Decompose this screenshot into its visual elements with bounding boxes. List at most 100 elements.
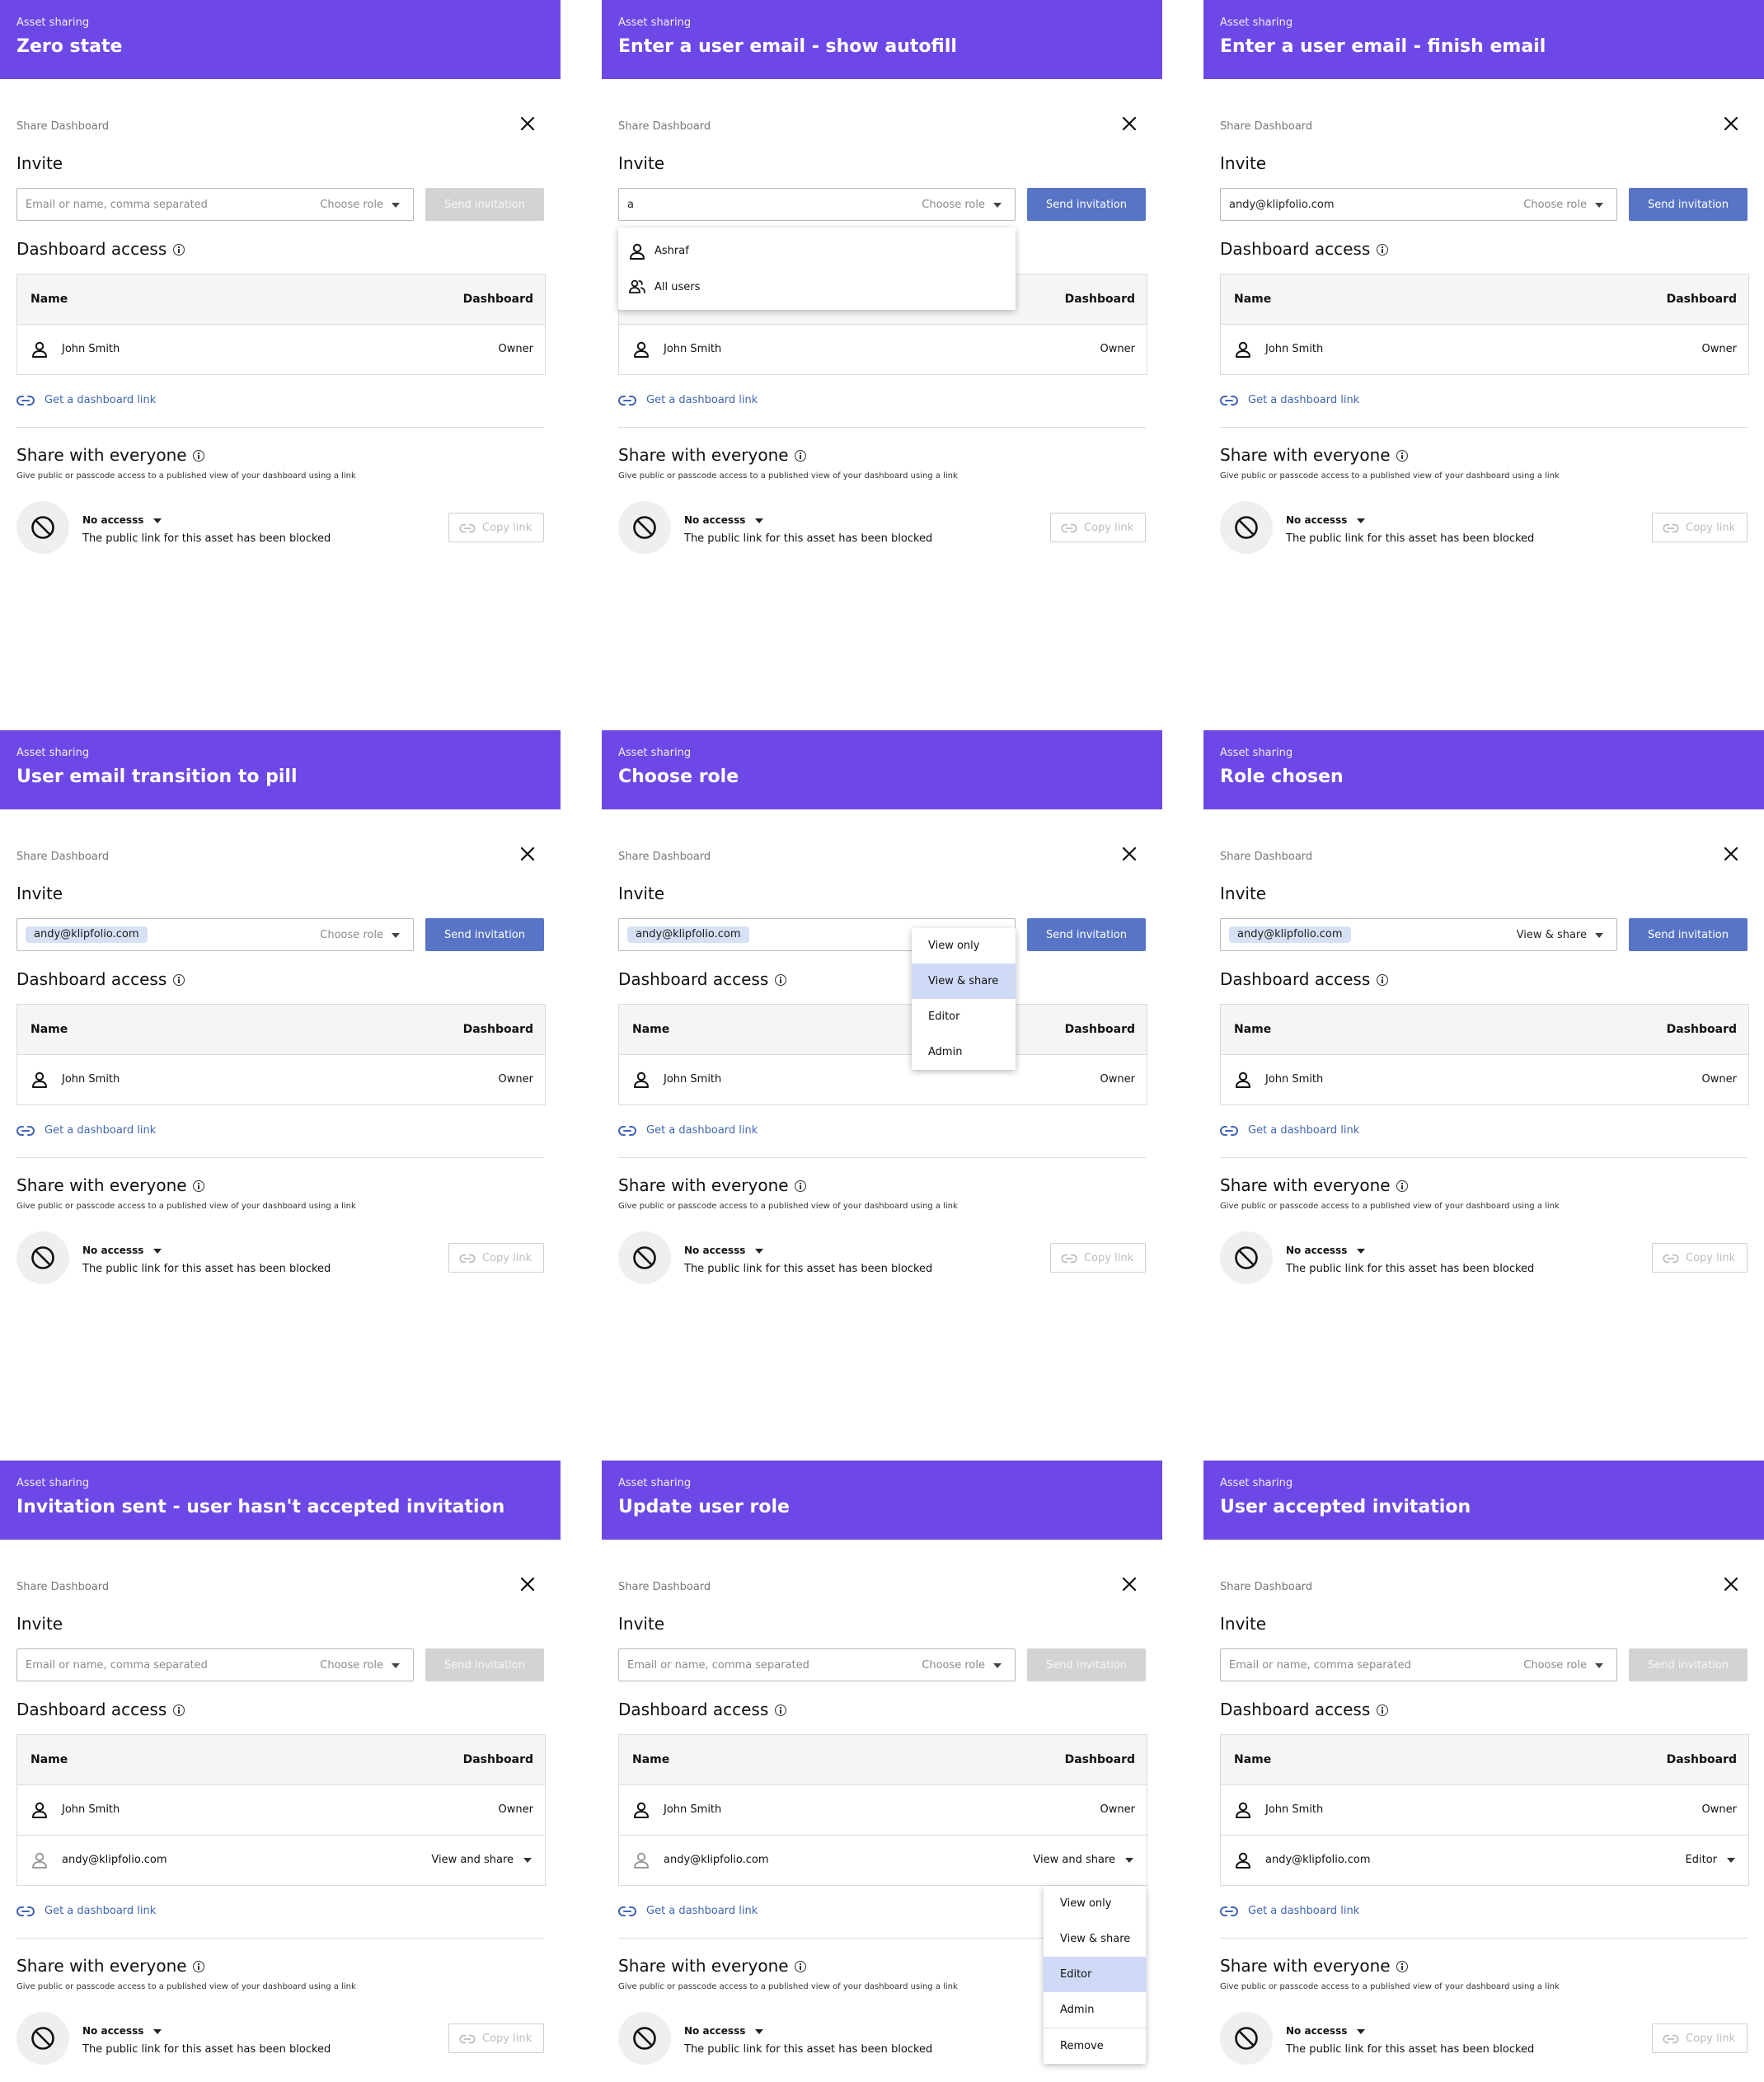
caret-down-icon[interactable] bbox=[1727, 1858, 1735, 1863]
copy-link-button[interactable]: Copy link bbox=[448, 513, 544, 542]
copy-link-button[interactable]: Copy link bbox=[1652, 1243, 1748, 1273]
dashboard-link[interactable]: Get a dashboard link bbox=[16, 1123, 264, 1139]
no-access-select[interactable]: No accesss bbox=[1286, 514, 1347, 526]
invite-input[interactable]: andy@klipfolio.com Choose role bbox=[16, 918, 414, 951]
user-role[interactable]: Editor bbox=[1686, 1854, 1717, 1866]
invite-input[interactable]: andy@klipfolio.com View & share bbox=[1220, 918, 1617, 951]
role-select[interactable]: Choose role bbox=[320, 1659, 383, 1672]
caret-down-icon[interactable] bbox=[1595, 1663, 1603, 1668]
caret-down-icon[interactable] bbox=[993, 1663, 1002, 1668]
dashboard-link-label[interactable]: Get a dashboard link bbox=[646, 394, 758, 406]
send-invitation-button[interactable]: Send invitation bbox=[1629, 188, 1748, 221]
caret-down-icon[interactable] bbox=[1357, 2029, 1365, 2034]
invite-input[interactable]: Email or name, comma separated Choose rol… bbox=[1220, 1648, 1617, 1681]
invite-input[interactable]: Email or name, comma separated Choose rol… bbox=[16, 1648, 414, 1681]
dashboard-link[interactable]: Get a dashboard link bbox=[1220, 1903, 1467, 1920]
info-icon[interactable] bbox=[775, 1705, 786, 1716]
row-role-menu-item[interactable]: Remove bbox=[1044, 2028, 1146, 2064]
row-role-menu-item[interactable]: View only bbox=[1044, 1886, 1146, 1921]
no-access-select[interactable]: No accesss bbox=[1286, 2025, 1347, 2037]
info-icon[interactable] bbox=[1396, 1961, 1408, 1972]
autofill-item[interactable]: All users bbox=[618, 269, 1016, 305]
info-icon[interactable] bbox=[1377, 244, 1388, 256]
email-pill[interactable]: andy@klipfolio.com bbox=[1229, 926, 1351, 943]
caret-down-icon[interactable] bbox=[1125, 1858, 1133, 1863]
copy-link-button[interactable]: Copy link bbox=[448, 2023, 544, 2053]
dashboard-link[interactable]: Get a dashboard link bbox=[16, 1903, 264, 1920]
caret-down-icon[interactable] bbox=[392, 1663, 400, 1668]
caret-down-icon[interactable] bbox=[392, 933, 400, 938]
caret-down-icon[interactable] bbox=[153, 518, 162, 523]
dashboard-link-label[interactable]: Get a dashboard link bbox=[1248, 1905, 1359, 1917]
close-icon[interactable] bbox=[1721, 114, 1741, 134]
copy-link-button[interactable]: Copy link bbox=[1652, 513, 1748, 542]
info-icon[interactable] bbox=[1396, 450, 1408, 462]
no-access-select[interactable]: No accesss bbox=[82, 514, 143, 526]
caret-down-icon[interactable] bbox=[755, 1249, 763, 1254]
caret-down-icon[interactable] bbox=[392, 203, 400, 208]
dashboard-link[interactable]: Get a dashboard link bbox=[618, 1123, 866, 1139]
caret-down-icon[interactable] bbox=[523, 1858, 532, 1863]
close-icon[interactable] bbox=[518, 1574, 537, 1594]
send-invitation-button[interactable]: Send invitation bbox=[1629, 918, 1748, 951]
role-select[interactable]: Choose role bbox=[1523, 1659, 1587, 1672]
send-invitation-button[interactable]: Send invitation bbox=[1027, 918, 1146, 951]
no-access-select[interactable]: No accesss bbox=[684, 2025, 745, 2037]
info-icon[interactable] bbox=[193, 1180, 204, 1192]
dashboard-link-label[interactable]: Get a dashboard link bbox=[45, 1124, 156, 1137]
no-access-select[interactable]: No accesss bbox=[1286, 1245, 1347, 1256]
close-icon[interactable] bbox=[518, 114, 537, 134]
info-icon[interactable] bbox=[795, 450, 806, 462]
email-pill[interactable]: andy@klipfolio.com bbox=[627, 926, 749, 943]
caret-down-icon[interactable] bbox=[1595, 203, 1603, 208]
copy-link-button[interactable]: Copy link bbox=[1050, 1243, 1146, 1273]
autofill-item[interactable]: Ashraf bbox=[618, 232, 1016, 269]
invite-input[interactable]: andy@klipfolio.com Choose role bbox=[1220, 188, 1617, 221]
info-icon[interactable] bbox=[173, 244, 185, 256]
info-icon[interactable] bbox=[173, 1705, 185, 1716]
caret-down-icon[interactable] bbox=[755, 2029, 763, 2034]
role-select[interactable]: Choose role bbox=[922, 199, 985, 211]
role-select[interactable]: Choose role bbox=[1523, 199, 1587, 211]
info-icon[interactable] bbox=[193, 1961, 204, 1972]
caret-down-icon[interactable] bbox=[153, 2029, 162, 2034]
role-select[interactable]: Choose role bbox=[320, 929, 383, 941]
role-select[interactable]: Choose role bbox=[922, 1659, 985, 1672]
copy-link-button[interactable]: Copy link bbox=[448, 1243, 544, 1273]
dashboard-link-label[interactable]: Get a dashboard link bbox=[45, 394, 156, 406]
info-icon[interactable] bbox=[1377, 974, 1388, 986]
close-icon[interactable] bbox=[1119, 114, 1139, 134]
info-icon[interactable] bbox=[795, 1961, 806, 1972]
dashboard-link[interactable]: Get a dashboard link bbox=[16, 392, 264, 409]
dashboard-link-label[interactable]: Get a dashboard link bbox=[646, 1124, 758, 1137]
row-role-menu-item[interactable]: Editor bbox=[1044, 1957, 1146, 1992]
role-menu-item[interactable]: Admin bbox=[912, 1034, 1016, 1070]
user-role[interactable]: View and share bbox=[431, 1854, 514, 1866]
close-icon[interactable] bbox=[518, 844, 537, 864]
row-role-menu-item[interactable]: Admin bbox=[1044, 1992, 1146, 2028]
copy-link-button[interactable]: Copy link bbox=[1652, 2023, 1748, 2053]
user-role[interactable]: View and share bbox=[1033, 1854, 1115, 1866]
no-access-select[interactable]: No accesss bbox=[684, 514, 745, 526]
dashboard-link[interactable]: Get a dashboard link bbox=[618, 1903, 866, 1920]
dashboard-link[interactable]: Get a dashboard link bbox=[1220, 392, 1467, 409]
dashboard-link-label[interactable]: Get a dashboard link bbox=[45, 1905, 156, 1917]
send-invitation-button[interactable]: Send invitation bbox=[1027, 1648, 1146, 1681]
info-icon[interactable] bbox=[173, 974, 185, 986]
send-invitation-button[interactable]: Send invitation bbox=[1629, 1648, 1748, 1681]
send-invitation-button[interactable]: Send invitation bbox=[1027, 188, 1146, 221]
caret-down-icon[interactable] bbox=[1595, 933, 1603, 938]
caret-down-icon[interactable] bbox=[755, 518, 763, 523]
role-menu-item[interactable]: View only bbox=[912, 928, 1016, 964]
dashboard-link[interactable]: Get a dashboard link bbox=[618, 392, 866, 409]
send-invitation-button[interactable]: Send invitation bbox=[425, 1648, 544, 1681]
caret-down-icon[interactable] bbox=[1357, 1249, 1365, 1254]
role-select[interactable]: Choose role bbox=[320, 199, 383, 211]
info-icon[interactable] bbox=[1377, 1705, 1388, 1716]
role-menu-item[interactable]: View & share bbox=[912, 964, 1016, 999]
info-icon[interactable] bbox=[795, 1180, 806, 1192]
role-select[interactable]: View & share bbox=[1517, 929, 1587, 941]
caret-down-icon[interactable] bbox=[1357, 518, 1365, 523]
copy-link-button[interactable]: Copy link bbox=[1050, 513, 1146, 542]
info-icon[interactable] bbox=[193, 450, 204, 462]
